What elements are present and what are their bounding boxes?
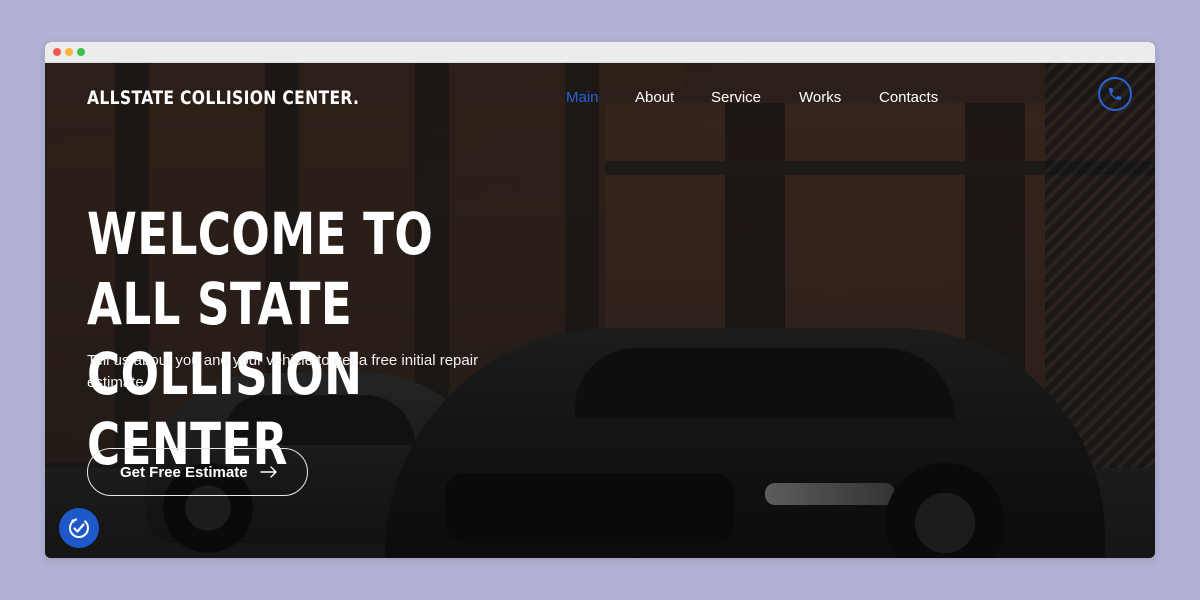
arrow-right-icon	[260, 466, 277, 478]
close-window-button[interactable]	[53, 48, 61, 56]
nav-item-about[interactable]: About	[635, 89, 674, 106]
nav-item-service[interactable]: Service	[711, 89, 761, 106]
hero-subtitle: Tell us about you and your vehicle to ge…	[87, 352, 479, 391]
nav-item-works[interactable]: Works	[799, 89, 841, 106]
window-titlebar	[45, 42, 1155, 63]
cta-label: Get Free Estimate	[120, 463, 248, 481]
phone-button[interactable]	[1098, 77, 1132, 111]
nav-item-contacts[interactable]: Contacts	[879, 89, 938, 106]
accessibility-check-icon	[69, 518, 89, 538]
browser-window: ALLSTATE COLLISION CENTER. Main About Se…	[45, 42, 1155, 558]
phone-icon	[1109, 88, 1121, 100]
minimize-window-button[interactable]	[65, 48, 73, 56]
main-nav: Main About Service Works Contacts	[45, 89, 1155, 109]
hero-headline: WELCOME TO ALL STATE COLLISION CENTER	[87, 200, 434, 478]
get-free-estimate-button[interactable]: Get Free Estimate	[87, 448, 308, 496]
maximize-window-button[interactable]	[77, 48, 85, 56]
nav-item-main[interactable]: Main	[566, 89, 599, 106]
accessibility-button[interactable]	[59, 508, 99, 548]
hero-section: ALLSTATE COLLISION CENTER. Main About Se…	[45, 63, 1155, 558]
